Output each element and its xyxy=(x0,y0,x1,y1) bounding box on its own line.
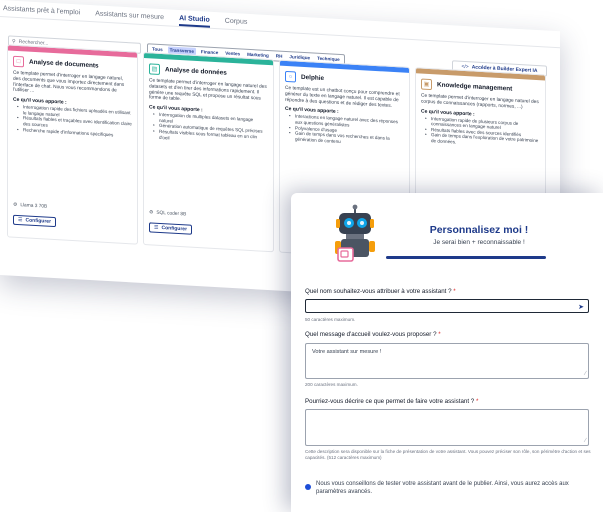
settings-icon: ☰ xyxy=(154,224,159,231)
tab-ai-studio[interactable]: AI Studio xyxy=(179,15,210,28)
description-textarea[interactable]: ∕ xyxy=(305,409,589,446)
configure-button[interactable]: ☰ Configurer xyxy=(149,222,193,235)
data-table-icon: ▤ xyxy=(149,63,160,75)
customize-dialog: Personnalisez moi ! Je serai bien + reco… xyxy=(291,193,603,512)
required-mark: * xyxy=(453,288,456,295)
card-benefits-list: Interrogation de multiples datasets en l… xyxy=(144,111,273,146)
welcome-message-textarea[interactable]: Votre assistant sur mesure ! ∕ xyxy=(305,343,589,379)
configure-label: Configurer xyxy=(25,217,52,225)
search-icon: ⚲ xyxy=(12,38,16,45)
book-icon: ▣ xyxy=(421,78,432,91)
configure-label: Configurer xyxy=(161,225,188,233)
assistant-name-value xyxy=(306,300,588,305)
assistant-name-input[interactable]: ➤ xyxy=(305,299,589,313)
dialog-subtitle: Je serai bien + reconnaissable ! xyxy=(433,239,525,246)
test-tip-text: Nous vous conseillons de tester votre as… xyxy=(316,481,569,495)
info-dot-icon xyxy=(305,484,311,490)
welcome-question-label: Quel message d'accueil voulez-vous propo… xyxy=(305,331,441,338)
name-hint: 50 caractères maximum. xyxy=(305,317,356,322)
card-model-label: Llama 3 70B xyxy=(20,203,48,210)
welcome-question-text: Quel message d'accueil voulez-vous propo… xyxy=(305,331,437,338)
card-model: ⚙ Llama 3 70B xyxy=(13,203,47,210)
card-benefits-list: Interactions en langage naturel avec des… xyxy=(280,113,409,148)
name-question-label: Quel nom souhaitez-vous attribuer à votr… xyxy=(305,288,456,295)
description-value xyxy=(306,410,588,415)
template-card[interactable]: ▤ Analyse de données Ce template permet … xyxy=(143,51,274,253)
resize-handle-icon[interactable]: ∕ xyxy=(585,438,586,444)
card-benefits-list: Interrogation rapide de plusieurs corpus… xyxy=(416,115,545,150)
test-tip: Nous vous conseillons de tester votre as… xyxy=(305,481,595,496)
description-hint: Cette description sera disponible sur la… xyxy=(305,449,591,460)
progress-bar xyxy=(386,256,546,259)
template-card[interactable]: □ Analyse de documents Ce template perme… xyxy=(7,44,138,245)
send-icon[interactable]: ➤ xyxy=(578,303,584,311)
chip-icon: ⚙ xyxy=(13,202,18,208)
card-title: Analyse de données xyxy=(165,66,227,77)
describe-question-text: Pourriez-vous décrire ce que permet de f… xyxy=(305,398,475,405)
dialog-title: Personnalisez moi ! xyxy=(429,224,529,236)
tab-corpus[interactable]: Corpus xyxy=(225,18,248,30)
code-icon: </> xyxy=(461,63,469,70)
chip-icon: ⚙ xyxy=(149,210,154,216)
describe-question-label: Pourriez-vous décrire ce que permet de f… xyxy=(305,398,478,405)
card-title: Knowledge management xyxy=(437,81,513,93)
card-title: Analyse de documents xyxy=(29,58,99,70)
resize-handle-icon[interactable]: ∕ xyxy=(585,371,586,377)
card-model-label: SQL coder 8B xyxy=(156,210,187,218)
welcome-hint: 200 caractères maximum. xyxy=(305,382,358,387)
robot-mascot-icon xyxy=(335,204,375,262)
settings-icon: ☰ xyxy=(18,217,23,224)
document-search-icon: □ xyxy=(13,55,24,68)
chat-bubble-icon: ○ xyxy=(285,70,296,83)
card-model: ⚙ SQL coder 8B xyxy=(149,210,186,217)
configure-button[interactable]: ☰ Configurer xyxy=(13,214,57,228)
welcome-message-value: Votre assistant sur mesure ! xyxy=(312,349,382,355)
card-title: Delphie xyxy=(301,73,325,83)
name-question-text: Quel nom souhaitez-vous attribuer à votr… xyxy=(305,288,452,295)
card-benefits-list: Interrogation rapide des fichiers upload… xyxy=(8,104,137,139)
required-mark: * xyxy=(438,331,441,338)
required-mark: * xyxy=(475,398,479,405)
